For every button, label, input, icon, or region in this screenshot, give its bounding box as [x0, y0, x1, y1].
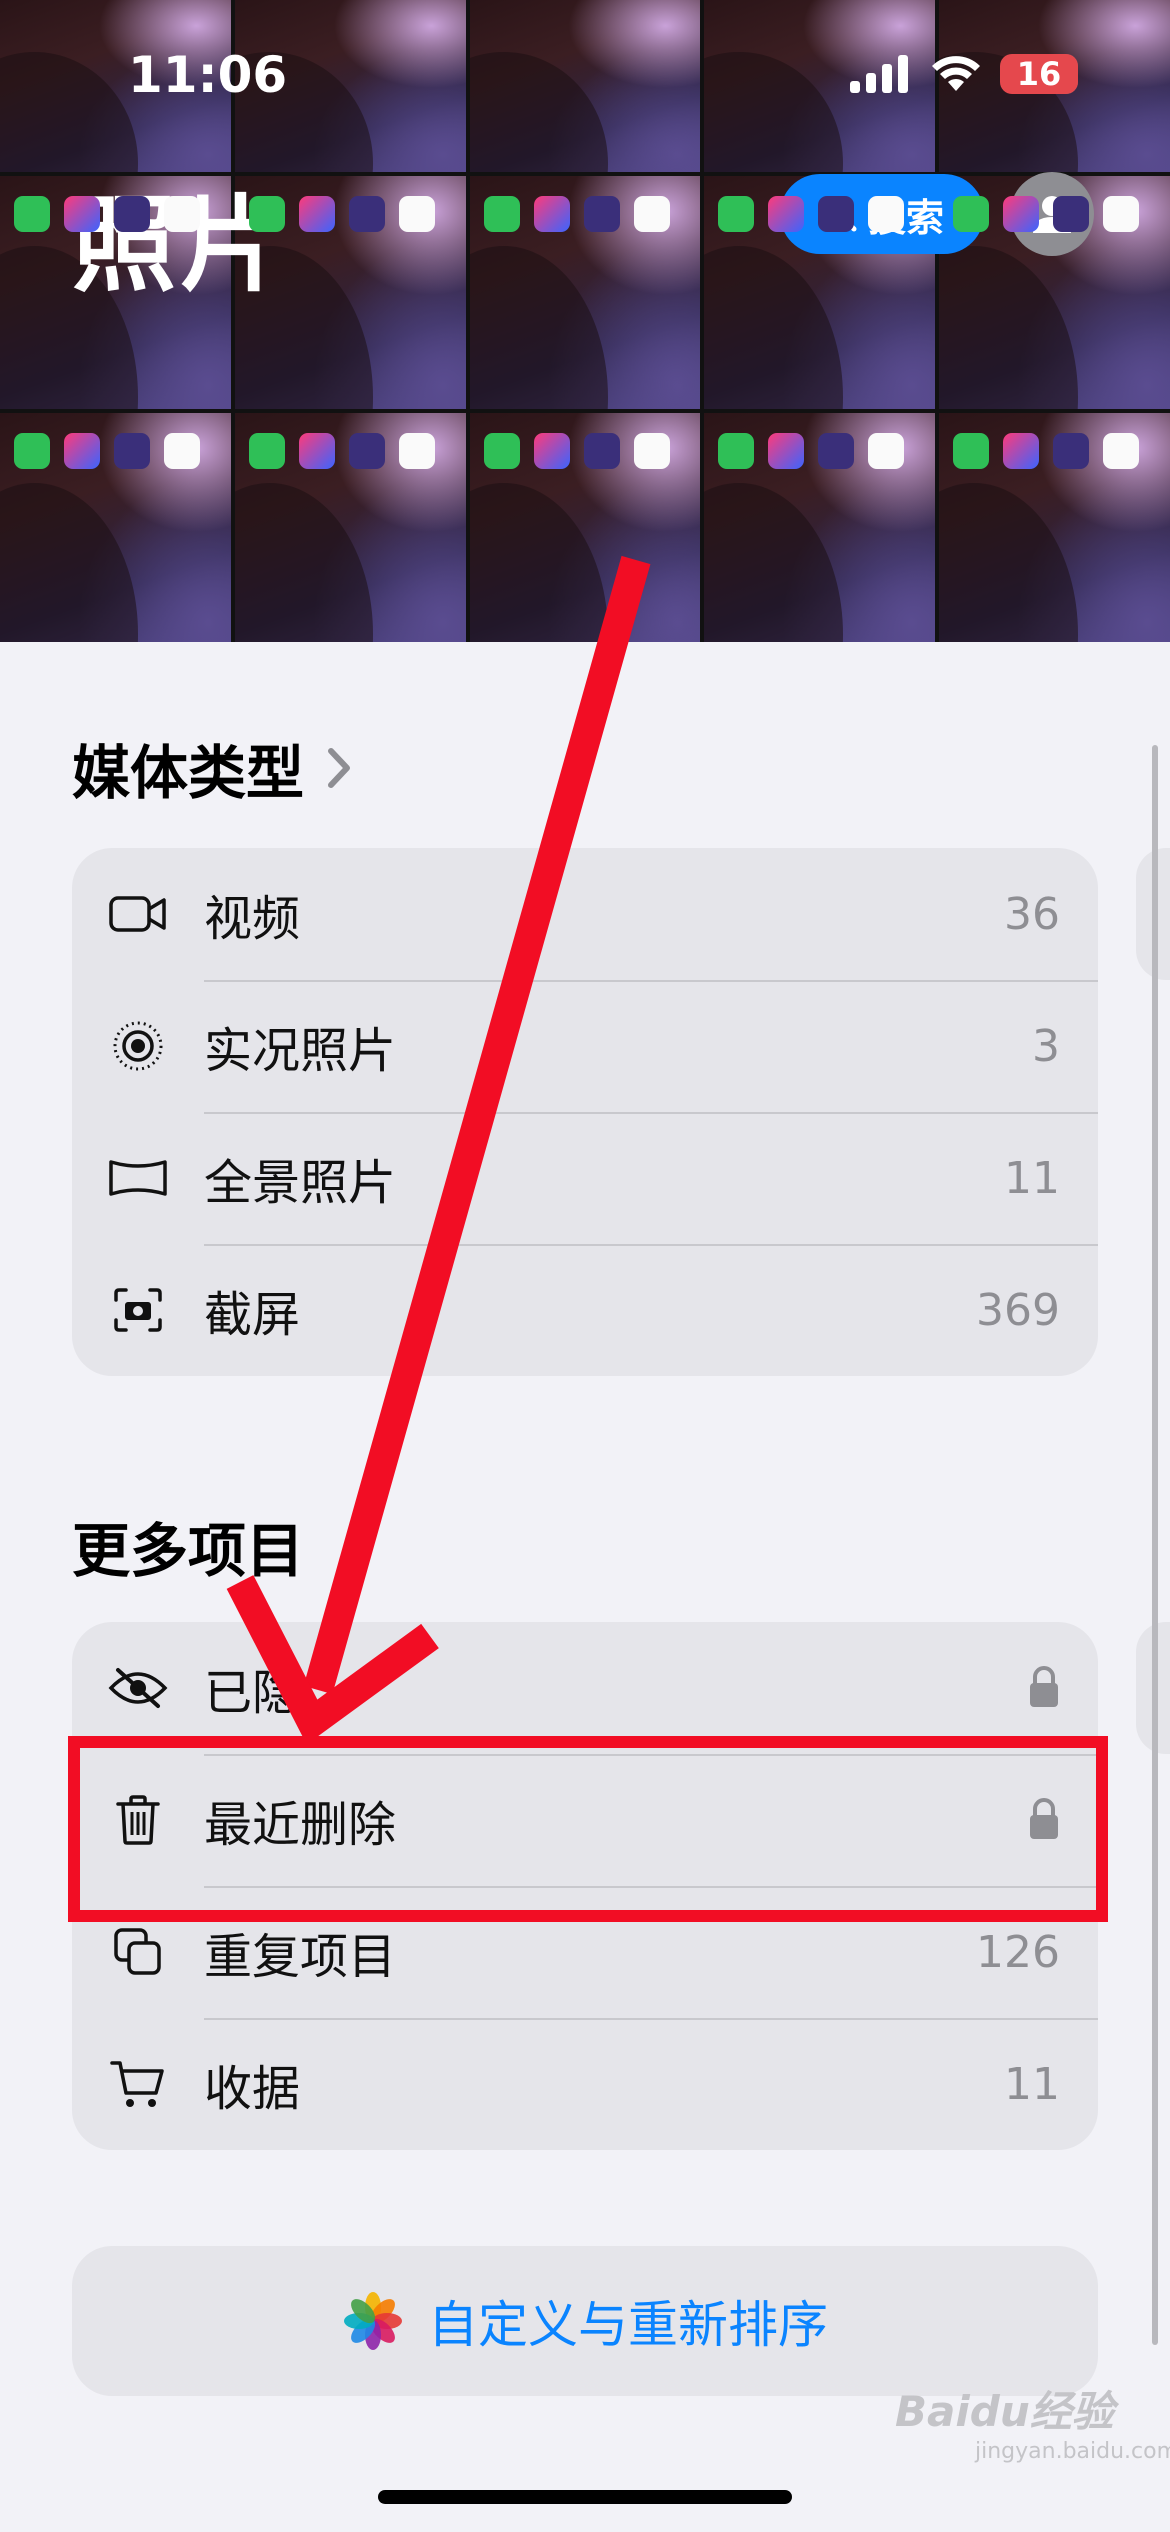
- status-bar: 11:06 16: [0, 0, 1170, 150]
- list-item-label: 实况照片: [204, 1023, 397, 1079]
- photos-app-icon: [344, 2292, 402, 2350]
- list-item-count: 3: [1032, 1020, 1060, 1072]
- list-item-label: 全景照片: [204, 1155, 397, 1211]
- watermark-url: jingyan.baidu.com: [975, 2439, 1170, 2464]
- live-photo-icon: [113, 1021, 163, 1071]
- battery-level: 16: [1016, 55, 1062, 93]
- list-item-label: 视频: [204, 891, 301, 947]
- photo-thumbnail[interactable]: [704, 413, 936, 642]
- page-title: 照片: [72, 184, 289, 306]
- home-indicator[interactable]: [378, 2490, 792, 2504]
- photo-thumbnail[interactable]: [704, 176, 936, 409]
- battery-indicator: 16: [1000, 54, 1078, 94]
- watermark-brand: Baidu经验: [895, 2387, 1114, 2436]
- scrollbar[interactable]: [1152, 745, 1158, 2345]
- list-item-count: 36: [1004, 888, 1060, 940]
- annotation-highlight-box: [68, 1736, 1108, 1922]
- duplicate-icon: [114, 1928, 161, 1975]
- photo-thumbnail[interactable]: [469, 413, 701, 642]
- panorama-icon: [109, 1160, 167, 1196]
- cart-icon: [110, 2061, 164, 2107]
- photo-thumbnail[interactable]: [0, 413, 231, 642]
- baidu-watermark: Baidu经验 jingyan.baidu.com: [895, 2378, 1170, 2464]
- chevron-right-icon: [328, 748, 351, 788]
- photo-thumbnail[interactable]: [939, 413, 1170, 642]
- more-items-header[interactable]: 更多项目: [72, 1504, 304, 1588]
- more-items-title: 更多项目: [72, 1517, 305, 1585]
- list-item-count: 126: [976, 1926, 1060, 1978]
- media-types-title: 媒体类型: [72, 739, 305, 807]
- media-types-list: 视频 36 实况照片 3 全景照片 11 截屏 369: [72, 848, 1098, 1376]
- list-item-screenshots[interactable]: 截屏 369: [72, 1244, 1098, 1376]
- lock-icon: [1030, 1666, 1058, 1707]
- list-item-hidden[interactable]: 已隐: [72, 1622, 1098, 1754]
- photo-thumbnail[interactable]: [469, 176, 701, 409]
- photo-thumbnail[interactable]: [939, 176, 1170, 409]
- list-item-videos[interactable]: 视频 36: [72, 848, 1098, 980]
- photo-thumbnail[interactable]: [234, 413, 466, 642]
- media-types-header[interactable]: 媒体类型: [72, 726, 352, 810]
- list-item-count: 11: [1004, 2058, 1060, 2110]
- list-item-panoramas[interactable]: 全景照片 11: [72, 1112, 1098, 1244]
- screenshot-icon: [114, 1288, 162, 1332]
- list-item-count: 369: [976, 1284, 1060, 1336]
- list-item-label: 截屏: [204, 1287, 301, 1343]
- customize-reorder-button[interactable]: 自定义与重新排序: [72, 2246, 1098, 2396]
- list-item-label: 重复项目: [204, 1929, 397, 1985]
- video-icon: [109, 896, 166, 932]
- eye-slash-icon: [108, 1668, 168, 1708]
- status-time: 11:06: [128, 46, 288, 104]
- customize-reorder-label: 自定义与重新排序: [428, 2296, 828, 2354]
- list-item-receipts[interactable]: 收据 11: [72, 2018, 1098, 2150]
- list-item-label: 收据: [204, 2061, 301, 2117]
- list-item-label: 已隐: [204, 1665, 301, 1721]
- list-item-count: 11: [1004, 1152, 1060, 1204]
- wifi-icon: [932, 56, 980, 91]
- list-item-live-photos[interactable]: 实况照片 3: [72, 980, 1098, 1112]
- cellular-signal-icon: [850, 55, 908, 93]
